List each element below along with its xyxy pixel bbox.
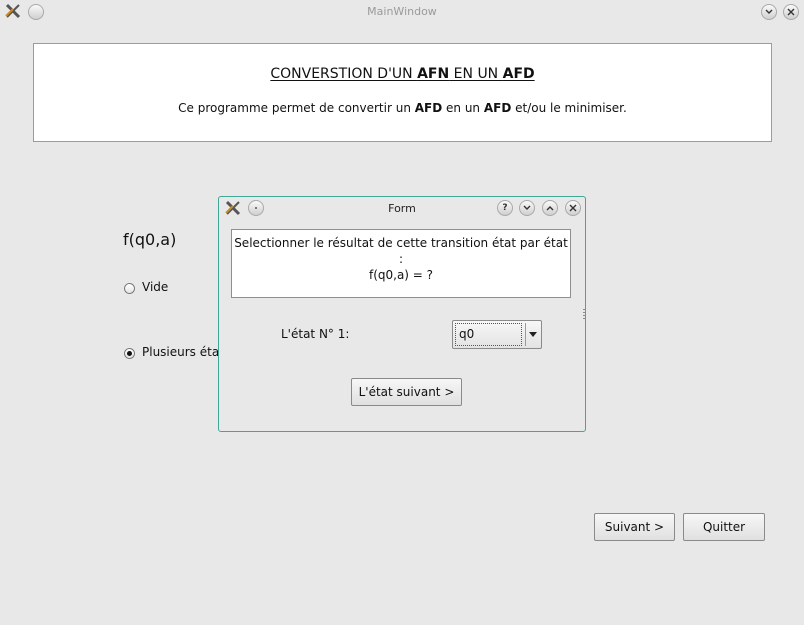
- page-description: Ce programme permet de convertir un AFD …: [34, 101, 771, 115]
- chevron-down-icon[interactable]: [519, 200, 535, 216]
- close-icon[interactable]: [783, 4, 799, 20]
- radio-vide[interactable]: [124, 283, 135, 294]
- form-dialog[interactable]: Form ? Selectionner le résultat de cette…: [218, 196, 586, 432]
- close-icon[interactable]: [565, 200, 581, 216]
- title-text-2: EN UN: [449, 66, 503, 82]
- title-text: CONVERSTION D'UN: [270, 66, 418, 82]
- state-combobox[interactable]: q0: [452, 320, 542, 349]
- next-button[interactable]: Suivant >: [594, 513, 675, 541]
- page-title: CONVERSTION D'UN AFN EN UN AFD: [34, 66, 771, 82]
- desc-afd: AFD: [414, 101, 443, 115]
- desc-text: Ce programme permet de convertir un: [178, 101, 415, 115]
- main-titlebar[interactable]: MainWindow: [0, 0, 804, 22]
- title-afd: AFD: [502, 66, 535, 82]
- title-afn: AFN: [417, 66, 450, 82]
- dropdown-arrow-icon[interactable]: [529, 332, 537, 337]
- quit-button[interactable]: Quitter: [683, 513, 765, 541]
- dialog-message-line2: f(q0,a) = ?: [368, 268, 434, 282]
- dialog-message: Selectionner le résultat de cette transi…: [231, 229, 571, 298]
- next-state-button[interactable]: L'état suivant >: [351, 378, 462, 406]
- combo-separator: [525, 323, 526, 346]
- desc-text-3: et/ou le minimiser.: [511, 101, 627, 115]
- desc-text-2: en un: [442, 101, 484, 115]
- chevron-down-icon[interactable]: [761, 4, 777, 20]
- header-panel: CONVERSTION D'UN AFN EN UN AFD Ce progra…: [33, 43, 772, 142]
- state-label: L'état N° 1:: [281, 327, 350, 341]
- chevron-up-icon[interactable]: [542, 200, 558, 216]
- window-title: MainWindow: [367, 5, 437, 18]
- resize-grip-icon[interactable]: [583, 309, 586, 319]
- radio-plusieurs-etats[interactable]: [124, 348, 135, 359]
- help-icon[interactable]: ?: [497, 200, 513, 216]
- radio-vide-label[interactable]: Vide: [142, 280, 168, 294]
- state-combobox-value[interactable]: q0: [455, 323, 522, 346]
- radio-plusieurs-etats-label[interactable]: Plusieurs état: [142, 345, 224, 359]
- dialog-message-line1: Selectionner le résultat de cette transi…: [234, 236, 568, 266]
- desc-afd-2: AFD: [483, 101, 512, 115]
- transition-label: f(q0,a): [123, 230, 177, 249]
